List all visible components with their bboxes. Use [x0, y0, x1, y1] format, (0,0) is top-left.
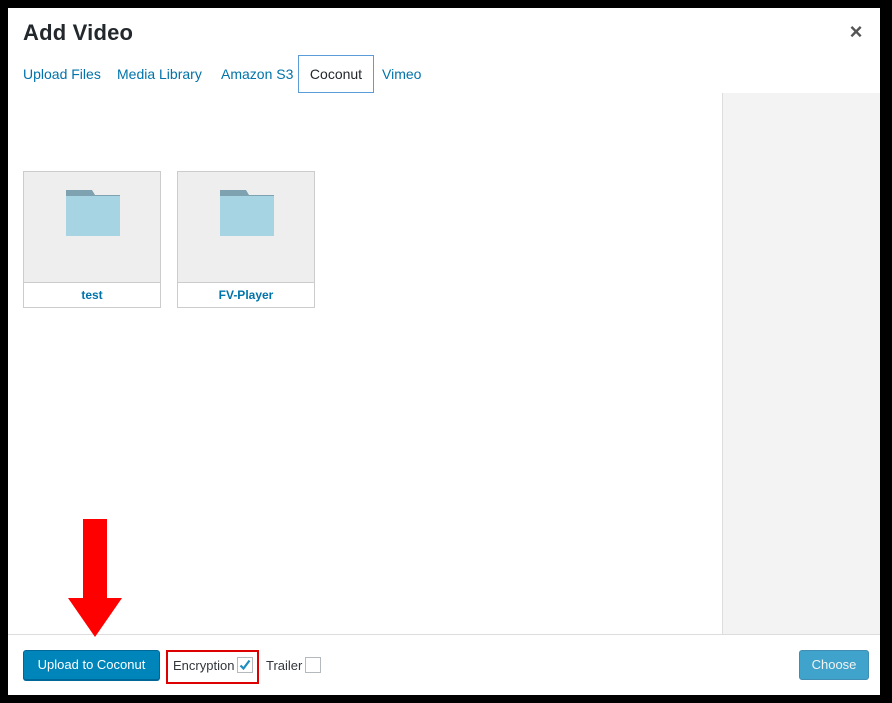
tab-amazon-s3[interactable]: Amazon S3	[211, 55, 303, 93]
folder-thumbnail	[178, 172, 314, 283]
tab-coconut[interactable]: Coconut	[298, 55, 374, 93]
folder-icon	[220, 190, 274, 236]
dialog-title: Add Video	[23, 20, 134, 45]
tab-media-library[interactable]: Media Library	[107, 55, 212, 93]
folder-icon	[66, 190, 120, 236]
checkmark-icon	[239, 659, 251, 671]
details-sidebar	[722, 93, 880, 634]
close-icon[interactable]: ×	[844, 20, 868, 44]
dialog-footer: Upload to Coconut Encryption Trailer Cho…	[8, 634, 880, 695]
upload-to-coconut-button[interactable]: Upload to Coconut	[23, 650, 160, 680]
choose-button[interactable]: Choose	[799, 650, 869, 680]
folder-item-test[interactable]: test	[23, 171, 161, 308]
folder-thumbnail	[24, 172, 160, 283]
tab-upload-files[interactable]: Upload Files	[13, 55, 111, 93]
add-video-dialog: Add Video × Upload Files Media Library A…	[8, 8, 880, 695]
trailer-label: Trailer	[266, 658, 303, 673]
trailer-checkbox[interactable]	[305, 657, 321, 673]
folder-label: test	[81, 288, 103, 302]
folder-label: FV-Player	[218, 288, 274, 302]
encryption-label: Encryption	[173, 658, 235, 673]
encryption-checkbox[interactable]	[237, 657, 253, 673]
red-arrow-annotation	[68, 519, 122, 637]
folder-item-fv-player[interactable]: FV-Player	[177, 171, 315, 308]
tab-bar: Upload Files Media Library Amazon S3 Coc…	[8, 55, 880, 94]
tab-vimeo[interactable]: Vimeo	[372, 55, 431, 93]
